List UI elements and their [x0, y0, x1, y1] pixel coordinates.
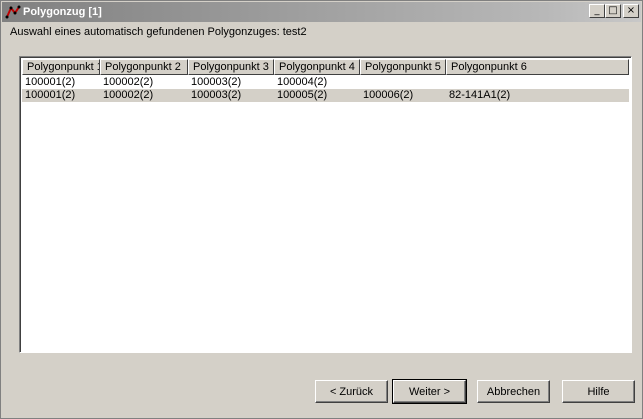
table-cell: 82-141A1(2)	[449, 89, 511, 101]
table-cell: 100001(2)	[25, 76, 76, 88]
maximize-icon: □	[608, 5, 618, 16]
dialog-instruction: Auswahl eines automatisch gefundenen Pol…	[10, 26, 307, 38]
table-cell	[446, 76, 629, 89]
title-bar[interactable]: Polygonzug [1] _ □ ×	[2, 2, 641, 22]
window-title: Polygonzug [1]	[23, 6, 102, 18]
table-cell	[360, 76, 446, 89]
column-header-punkt-1[interactable]: Polygonpunkt 1	[22, 59, 100, 75]
table-cell: 100002(2)	[103, 89, 154, 101]
minimize-button[interactable]: _	[589, 4, 605, 18]
column-header-punkt-5[interactable]: Polygonpunkt 5	[360, 59, 446, 75]
help-button[interactable]: Hilfe	[562, 380, 635, 403]
column-header-punkt-6[interactable]: Polygonpunkt 6	[446, 59, 629, 75]
button-row: < Zurück Weiter > Abbrechen Hilfe	[1, 379, 643, 404]
table-cell: 100004(2)	[277, 76, 328, 88]
table-cell: 100001(2)	[25, 89, 76, 101]
next-button[interactable]: Weiter >	[392, 379, 467, 404]
column-header-punkt-2[interactable]: Polygonpunkt 2	[100, 59, 188, 75]
minimize-icon: _	[594, 5, 600, 16]
dialog-window: Polygonzug [1] _ □ × Auswahl eines autom…	[0, 0, 643, 419]
polygon-list[interactable]: Polygonpunkt 1 Polygonpunkt 2 Polygonpun…	[19, 56, 632, 353]
close-icon: ×	[626, 5, 636, 16]
list-header: Polygonpunkt 1 Polygonpunkt 2 Polygonpun…	[22, 59, 629, 75]
table-cell: 100003(2)	[191, 89, 242, 101]
table-cell: 100003(2)	[191, 76, 242, 88]
close-button[interactable]: ×	[623, 4, 639, 18]
back-button[interactable]: < Zurück	[315, 380, 388, 403]
column-header-punkt-4[interactable]: Polygonpunkt 4	[274, 59, 360, 75]
table-row-selected[interactable]: 100001(2) 100002(2) 100003(2) 100005(2) …	[22, 89, 629, 102]
column-header-punkt-3[interactable]: Polygonpunkt 3	[188, 59, 274, 75]
polygon-app-icon	[5, 4, 21, 20]
table-row[interactable]: 100001(2) 100002(2) 100003(2) 100004(2)	[22, 76, 629, 89]
table-cell: 100006(2)	[363, 89, 414, 101]
maximize-button[interactable]: □	[605, 4, 621, 18]
table-cell: 100005(2)	[277, 89, 328, 101]
list-body: 100001(2) 100002(2) 100003(2) 100004(2) …	[22, 76, 629, 102]
cancel-button[interactable]: Abbrechen	[477, 380, 550, 403]
window-controls: _ □ ×	[589, 4, 639, 18]
table-cell: 100002(2)	[103, 76, 154, 88]
